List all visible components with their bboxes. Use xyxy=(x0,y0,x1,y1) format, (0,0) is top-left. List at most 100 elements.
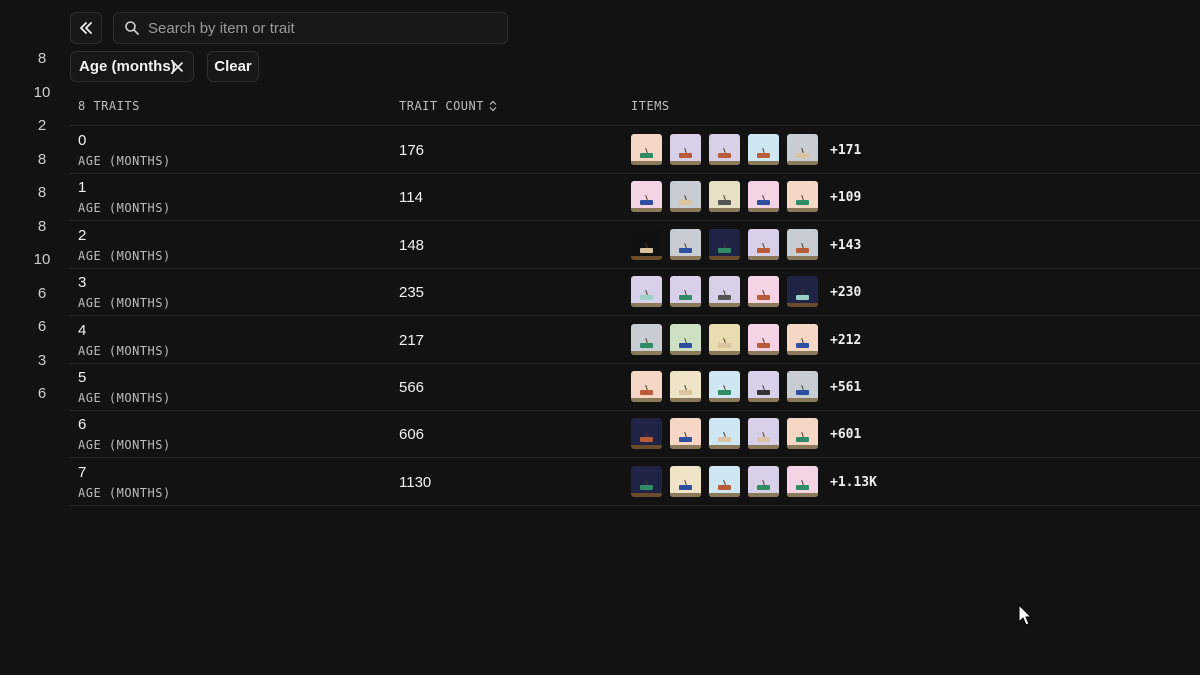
table-row[interactable]: 1 AGE (MONTHS) 114 +109 xyxy=(70,173,1200,222)
item-thumbnail[interactable] xyxy=(787,228,818,260)
thumbnail-tub xyxy=(718,153,731,158)
item-thumbnail[interactable] xyxy=(670,276,701,308)
table-row[interactable]: 5 AGE (MONTHS) 566 +561 xyxy=(70,363,1200,411)
trait-value: 6 xyxy=(78,416,87,434)
item-thumbnail[interactable] xyxy=(631,276,662,308)
item-thumbnail[interactable] xyxy=(709,276,740,308)
more-items-count[interactable]: +171 xyxy=(830,143,861,158)
item-thumbnail[interactable] xyxy=(748,228,779,260)
item-thumbnail[interactable] xyxy=(631,465,662,497)
item-thumbnails xyxy=(631,276,818,308)
item-thumbnail[interactable] xyxy=(748,465,779,497)
table-row[interactable]: 6 AGE (MONTHS) 606 +601 xyxy=(70,410,1200,459)
thumbnail-ground xyxy=(631,398,662,402)
search-bar[interactable] xyxy=(113,12,508,44)
thumbnail-stem xyxy=(645,479,648,485)
item-thumbnail[interactable] xyxy=(787,323,818,355)
more-items-count[interactable]: +143 xyxy=(830,238,861,253)
thumbnail-ground xyxy=(787,492,818,497)
thumbnail-stem xyxy=(801,337,804,343)
thumbnail-stem xyxy=(684,479,687,485)
item-thumbnail[interactable] xyxy=(748,276,779,308)
item-thumbnail[interactable] xyxy=(787,465,818,497)
item-thumbnail[interactable] xyxy=(787,276,818,308)
trait-value: 0 xyxy=(78,132,87,149)
item-thumbnail[interactable] xyxy=(631,323,662,355)
more-items-count[interactable]: +109 xyxy=(830,190,861,205)
trait-count: 606 xyxy=(399,426,425,444)
thumbnail-tub xyxy=(796,484,809,490)
more-items-count[interactable]: +601 xyxy=(830,427,861,442)
thumbnail-ground xyxy=(709,492,740,497)
thumbnail-tub xyxy=(796,342,809,348)
thumbnail-tub xyxy=(640,247,653,253)
thumbnail-tub xyxy=(757,247,770,253)
item-thumbnails xyxy=(631,465,818,497)
thumbnail-ground xyxy=(670,255,701,260)
thumbnail-tub xyxy=(718,390,731,395)
table-row[interactable]: 3 AGE (MONTHS) 235 +230 xyxy=(70,268,1200,317)
thumbnail-tub xyxy=(796,437,809,443)
item-thumbnail[interactable] xyxy=(709,371,740,402)
thumbnail-stem xyxy=(762,337,765,343)
trait-count-header[interactable]: TRAIT COUNT xyxy=(399,99,498,113)
item-thumbnail[interactable] xyxy=(787,181,818,213)
item-thumbnail[interactable] xyxy=(631,134,662,165)
item-thumbnail[interactable] xyxy=(670,465,701,497)
item-thumbnail[interactable] xyxy=(787,418,818,450)
item-thumbnail[interactable] xyxy=(787,371,818,402)
item-thumbnail[interactable] xyxy=(748,418,779,450)
item-thumbnail[interactable] xyxy=(709,181,740,213)
trait-type: AGE (MONTHS) xyxy=(78,154,171,168)
item-thumbnail[interactable] xyxy=(748,371,779,402)
trait-value: 1 xyxy=(78,179,87,197)
item-thumbnails xyxy=(631,371,818,402)
more-items-count[interactable]: +561 xyxy=(830,380,861,395)
item-thumbnail[interactable] xyxy=(709,134,740,165)
item-thumbnail[interactable] xyxy=(631,418,662,450)
thumbnail-stem xyxy=(723,479,726,485)
more-items-count[interactable]: +212 xyxy=(830,333,861,348)
item-thumbnail[interactable] xyxy=(670,228,701,260)
item-thumbnail[interactable] xyxy=(709,418,740,450)
trait-count: 114 xyxy=(399,189,423,207)
item-thumbnail[interactable] xyxy=(787,134,818,165)
item-thumbnail[interactable] xyxy=(631,228,662,260)
thumbnail-tub xyxy=(757,437,770,443)
trait-count: 235 xyxy=(399,284,425,302)
trait-type: AGE (MONTHS) xyxy=(78,343,171,358)
item-thumbnail[interactable] xyxy=(631,371,662,402)
item-thumbnail[interactable] xyxy=(670,134,701,165)
item-thumbnail[interactable] xyxy=(670,418,701,450)
close-icon[interactable] xyxy=(171,60,185,74)
item-thumbnail[interactable] xyxy=(748,134,779,165)
item-thumbnail[interactable] xyxy=(670,371,701,402)
table-row[interactable]: 4 AGE (MONTHS) 217 +212 xyxy=(70,316,1200,364)
table-row[interactable]: 7 AGE (MONTHS) 1130 +1.13K xyxy=(70,458,1200,506)
item-thumbnail[interactable] xyxy=(670,323,701,355)
thumbnail-ground xyxy=(787,208,818,213)
thumbnail-ground xyxy=(748,492,779,497)
thumbnail-tub xyxy=(757,342,770,348)
thumbnail-tub xyxy=(640,390,653,395)
table-row[interactable]: 2 AGE (MONTHS) 148 +143 xyxy=(70,221,1200,269)
more-items-count[interactable]: +230 xyxy=(830,285,861,300)
table-row[interactable]: 0 AGE (MONTHS) 176 +171 xyxy=(70,126,1200,174)
mouse-cursor-icon xyxy=(1018,604,1033,626)
item-thumbnail[interactable] xyxy=(709,323,740,355)
thumbnail-ground xyxy=(631,350,662,355)
collapse-button[interactable] xyxy=(70,12,102,44)
item-thumbnail[interactable] xyxy=(748,323,779,355)
item-thumbnail[interactable] xyxy=(631,181,662,213)
traits-header: 8 TRAITS xyxy=(78,99,140,113)
search-input[interactable] xyxy=(146,18,490,38)
thumbnail-tub xyxy=(679,200,692,206)
item-thumbnail[interactable] xyxy=(709,228,740,260)
thumbnail-ground xyxy=(631,445,662,450)
item-thumbnail[interactable] xyxy=(748,181,779,213)
clear-button[interactable]: Clear xyxy=(207,51,259,82)
item-thumbnail[interactable] xyxy=(670,181,701,213)
item-thumbnail[interactable] xyxy=(709,465,740,497)
more-items-count[interactable]: +1.13K xyxy=(830,475,877,490)
thumbnail-ground xyxy=(787,350,818,355)
